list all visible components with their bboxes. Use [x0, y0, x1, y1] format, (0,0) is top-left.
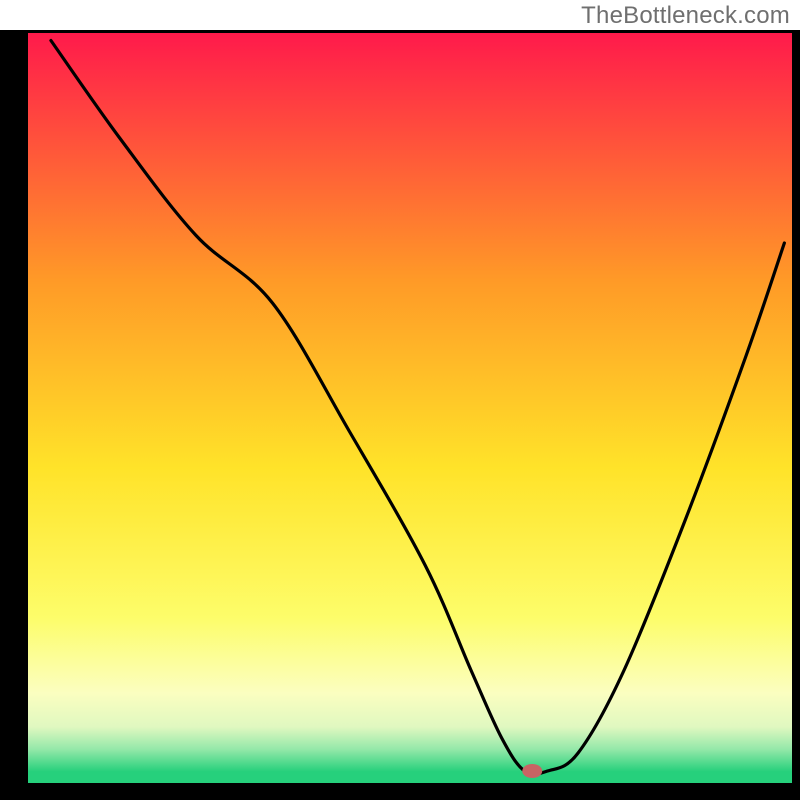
optimum-marker [522, 764, 542, 778]
watermark-text: TheBottleneck.com [581, 2, 790, 30]
gradient-field [28, 33, 792, 783]
chart-stage: TheBottleneck.com [0, 0, 800, 800]
bottleneck-chart [0, 0, 800, 800]
